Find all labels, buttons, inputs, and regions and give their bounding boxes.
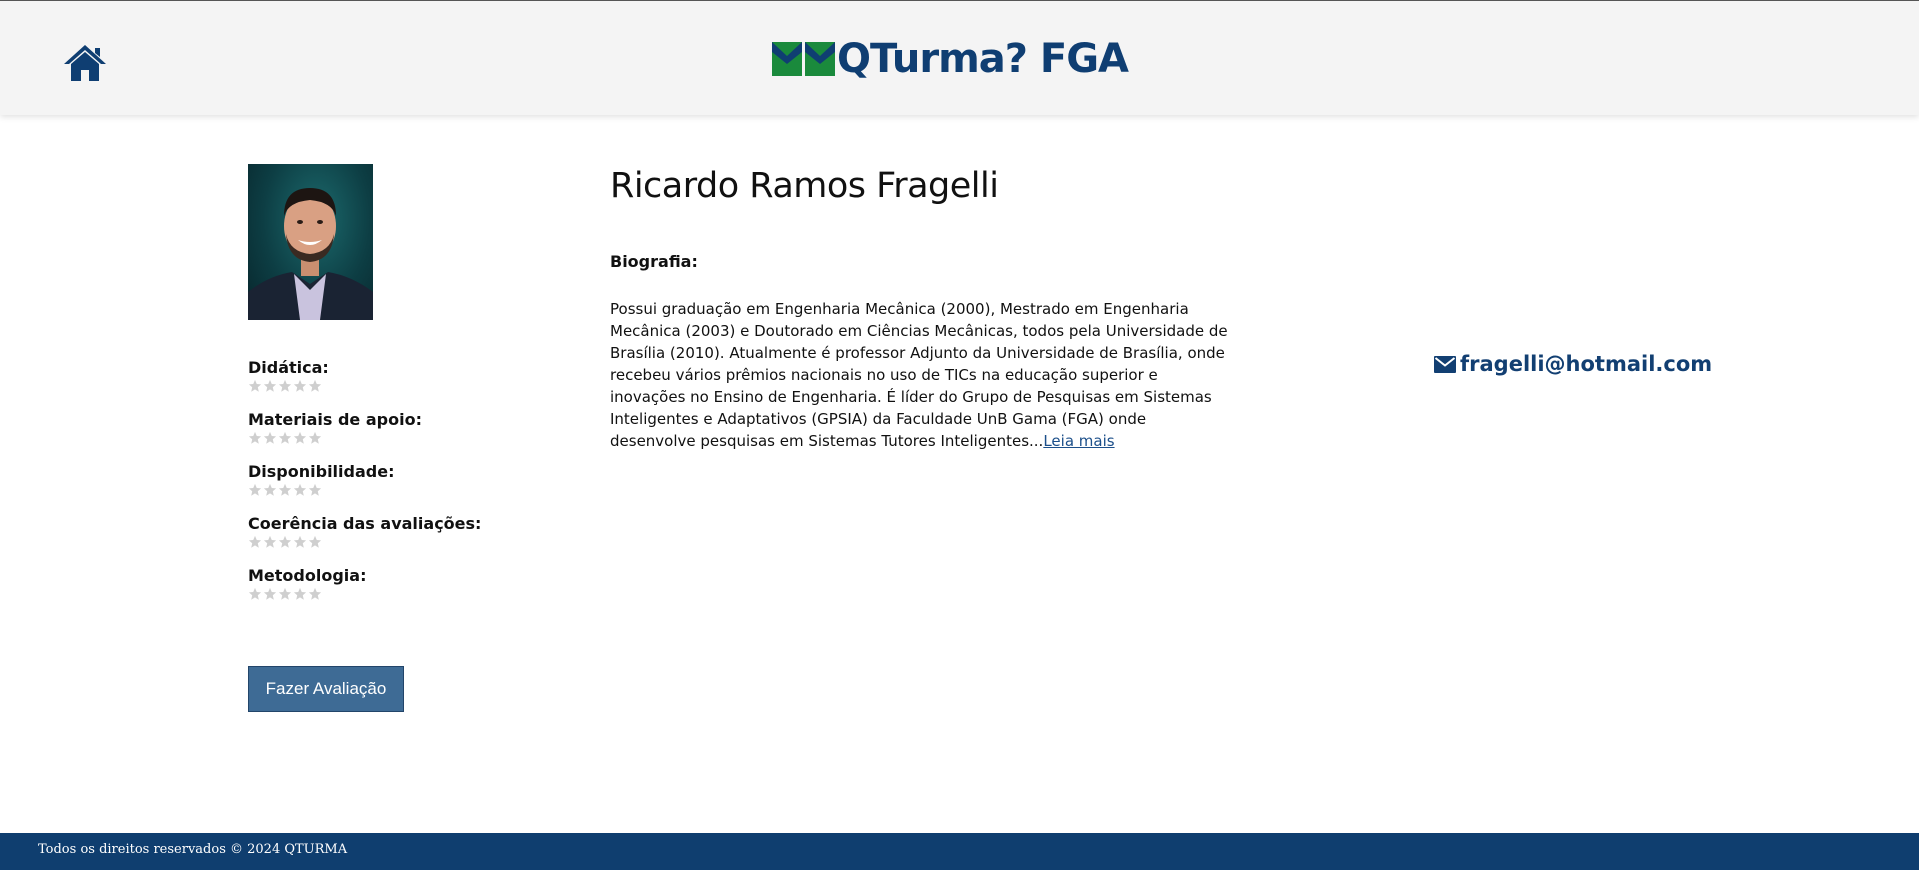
unb-flag-icon	[772, 42, 835, 76]
star-icon	[278, 483, 292, 496]
star-icon	[308, 535, 322, 548]
rating-materiais: Materiais de apoio:	[248, 410, 548, 462]
email-link[interactable]: fragelli@hotmail.com	[1434, 352, 1712, 376]
star-icon	[263, 535, 277, 548]
professor-name: Ricardo Ramos Fragelli	[610, 166, 999, 206]
star-icon	[308, 379, 322, 392]
rating-disponibilidade: Disponibilidade:	[248, 462, 548, 514]
professor-photo	[248, 164, 373, 320]
bio-heading: Biografia:	[610, 252, 698, 271]
star-icon	[293, 379, 307, 392]
rating-label: Metodologia:	[248, 566, 367, 585]
star-icon	[248, 379, 262, 392]
star-rating	[248, 587, 548, 601]
rating-didatica: Didática:	[248, 358, 548, 410]
star-icon	[293, 431, 307, 444]
star-icon	[293, 535, 307, 548]
star-icon	[248, 483, 262, 496]
header: QTurma? FGA	[0, 0, 1919, 115]
email-address: fragelli@hotmail.com	[1460, 352, 1713, 376]
star-icon	[278, 431, 292, 444]
star-icon	[278, 379, 292, 392]
professor-page: QTurma? FGA Didática: Materiais de apoio…	[0, 0, 1919, 870]
rating-coerencia: Coerência das avaliações:	[248, 514, 548, 566]
star-icon	[293, 483, 307, 496]
copyright-text: Todos os direitos reservados © 2024 QTUR…	[38, 842, 348, 857]
logo-text: QTurma? FGA	[837, 36, 1129, 82]
star-icon	[278, 587, 292, 600]
rating-metodologia: Metodologia:	[248, 566, 548, 618]
bio-text: Possui graduação em Engenharia Mecânica …	[610, 298, 1230, 452]
rating-label: Disponibilidade:	[248, 462, 395, 481]
rating-label: Coerência das avaliações:	[248, 514, 482, 533]
star-icon	[278, 535, 292, 548]
home-icon[interactable]	[62, 43, 108, 83]
star-icon	[263, 431, 277, 444]
mail-icon	[1434, 355, 1456, 373]
star-icon	[308, 587, 322, 600]
star-icon	[308, 431, 322, 444]
footer: Todos os direitos reservados © 2024 QTUR…	[0, 833, 1919, 870]
read-more-link[interactable]: Leia mais	[1043, 432, 1114, 450]
star-rating	[248, 535, 548, 549]
rating-label: Materiais de apoio:	[248, 410, 422, 429]
star-icon	[248, 535, 262, 548]
evaluate-button[interactable]: Fazer Avaliação	[248, 666, 404, 712]
ratings-panel: Didática: Materiais de apoio: Disponibil…	[248, 358, 548, 618]
star-rating	[248, 379, 548, 393]
bio-content: Possui graduação em Engenharia Mecânica …	[610, 300, 1228, 450]
star-rating	[248, 483, 548, 497]
star-icon	[263, 587, 277, 600]
star-icon	[248, 587, 262, 600]
star-icon	[263, 379, 277, 392]
rating-label: Didática:	[248, 358, 329, 377]
site-logo[interactable]: QTurma? FGA	[772, 35, 1129, 83]
star-rating	[248, 431, 548, 445]
star-icon	[293, 587, 307, 600]
star-icon	[263, 483, 277, 496]
star-icon	[308, 483, 322, 496]
star-icon	[248, 431, 262, 444]
